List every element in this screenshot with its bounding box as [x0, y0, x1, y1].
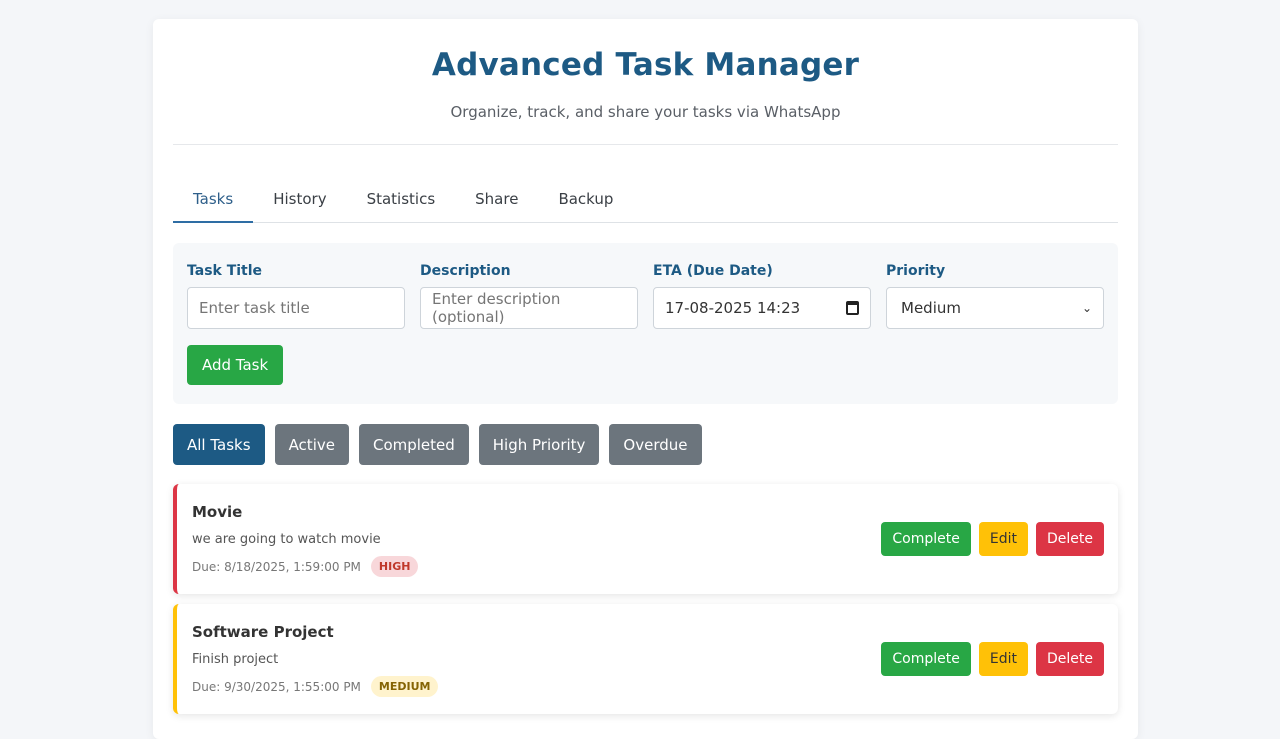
task-title-input[interactable]: Enter task title [187, 287, 405, 329]
page-subtitle: Organize, track, and share your tasks vi… [450, 103, 841, 121]
eta-datetime-input[interactable]: 17-08-2025 14:23 [653, 287, 871, 329]
task-title: Software Project [192, 623, 334, 641]
description-label: Description [420, 263, 511, 279]
tab-tasks[interactable]: Tasks [173, 185, 254, 223]
chevron-down-icon: ⌄ [1081, 301, 1092, 315]
priority-select[interactable]: Medium ⌄ [886, 287, 1104, 329]
tab-bar: Tasks History Statistics Share Backup [173, 185, 1118, 223]
calendar-icon[interactable] [846, 301, 859, 315]
filter-bar: All Tasks Active Completed High Priority… [173, 424, 1118, 465]
priority-badge: HIGH [370, 556, 419, 577]
page-title: Advanced Task Manager [431, 47, 860, 83]
task-title: Movie [192, 503, 243, 521]
filter-all-tasks[interactable]: All Tasks [173, 424, 265, 465]
complete-button[interactable]: Complete [881, 642, 971, 676]
task-due-date: Due: 8/18/2025, 1:59:00 PM [192, 559, 361, 574]
priority-label: Priority [886, 263, 946, 279]
description-group: Description Enter description (optional) [420, 263, 638, 329]
edit-button[interactable]: Edit [978, 522, 1028, 556]
task-actions: Complete Edit Delete [881, 522, 1104, 556]
task-card: Software Project Finish project Due: 9/3… [173, 604, 1118, 714]
add-task-button[interactable]: Add Task [187, 345, 284, 385]
delete-button[interactable]: Delete [1036, 642, 1104, 676]
description-placeholder: Enter description (optional) [432, 290, 561, 326]
priority-selected-value: Medium [901, 299, 961, 317]
task-actions: Complete Edit Delete [881, 642, 1104, 676]
complete-button[interactable]: Complete [881, 522, 971, 556]
task-title-placeholder: Enter task title [199, 299, 310, 317]
task-title-label: Task Title [187, 263, 263, 279]
task-meta: Due: 9/30/2025, 1:55:00 PM MEDIUM [192, 676, 1103, 697]
eta-group: ETA (Due Date) 17-08-2025 14:23 [653, 263, 871, 329]
task-list: Movie we are going to watch movie Due: 8… [173, 484, 1118, 714]
filter-active[interactable]: Active [274, 424, 349, 465]
task-card: Movie we are going to watch movie Due: 8… [173, 484, 1118, 594]
task-meta: Due: 8/18/2025, 1:59:00 PM HIGH [192, 556, 1103, 577]
filter-high-priority[interactable]: High Priority [478, 424, 600, 465]
add-task-form: Task Title Enter task title Description … [173, 243, 1118, 404]
app-container: Advanced Task Manager Organize, track, a… [153, 19, 1138, 739]
priority-group: Priority Medium ⌄ [886, 263, 1104, 329]
tab-share[interactable]: Share [455, 185, 538, 223]
task-title-group: Task Title Enter task title [187, 263, 405, 329]
edit-button[interactable]: Edit [978, 642, 1028, 676]
eta-value: 17-08-2025 14:23 [665, 299, 801, 317]
header: Advanced Task Manager Organize, track, a… [173, 19, 1118, 145]
priority-badge: MEDIUM [370, 676, 439, 697]
filter-completed[interactable]: Completed [358, 424, 469, 465]
delete-button[interactable]: Delete [1036, 522, 1104, 556]
eta-label: ETA (Due Date) [653, 263, 773, 279]
tab-history[interactable]: History [253, 185, 346, 223]
tab-backup[interactable]: Backup [538, 185, 633, 223]
task-due-date: Due: 9/30/2025, 1:55:00 PM [192, 679, 361, 694]
filter-overdue[interactable]: Overdue [609, 424, 702, 465]
description-input[interactable]: Enter description (optional) [420, 287, 638, 329]
tab-statistics[interactable]: Statistics [347, 185, 456, 223]
